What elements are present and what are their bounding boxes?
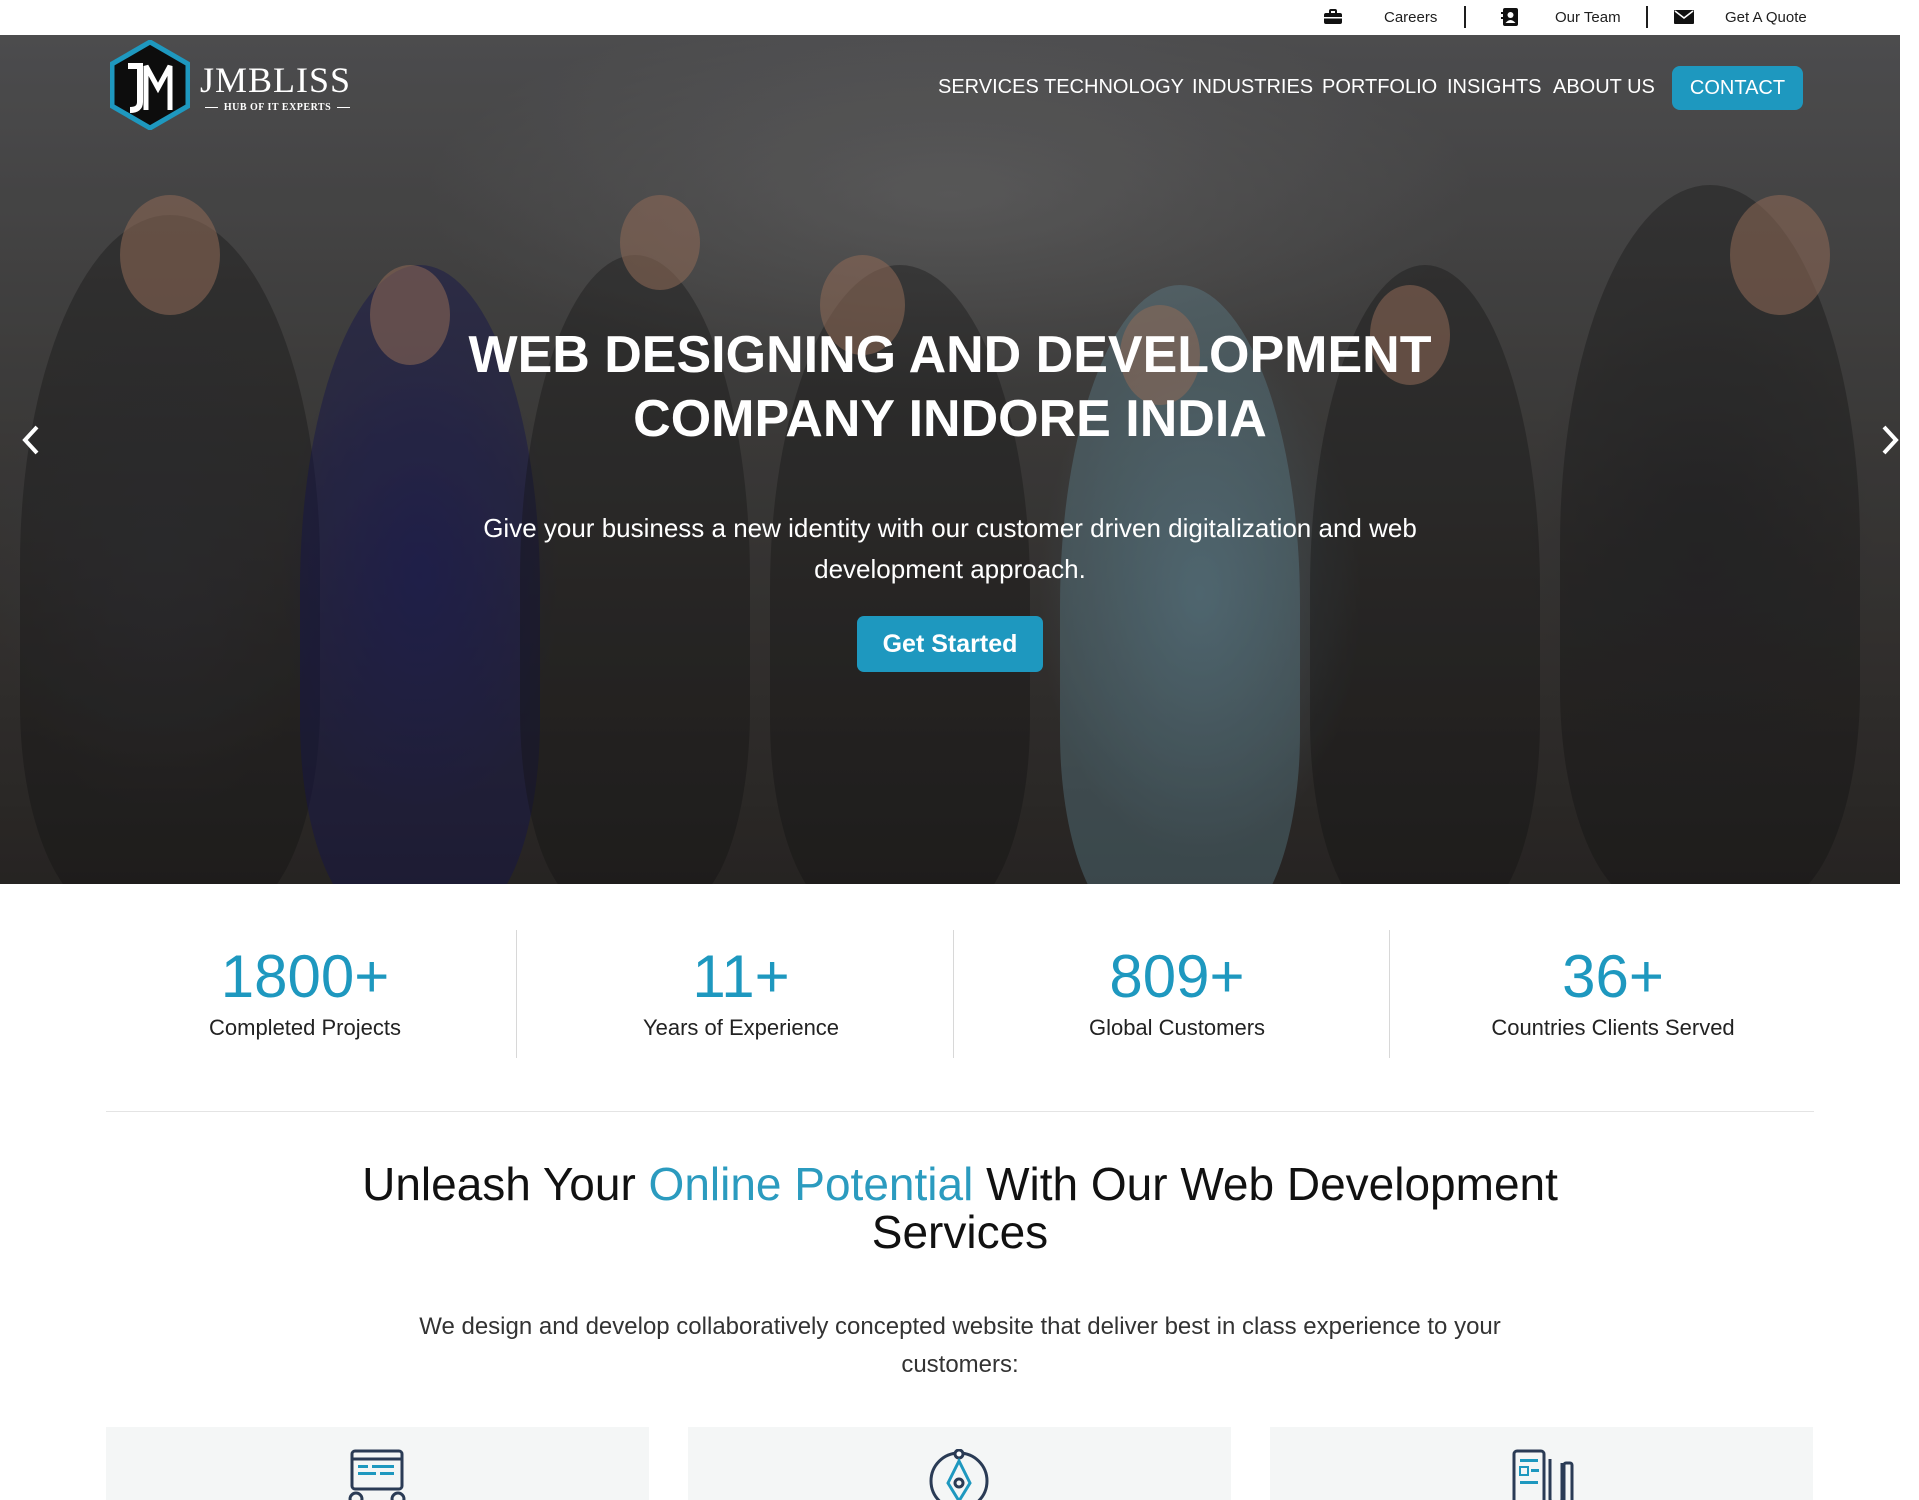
briefcase-icon: [1323, 8, 1343, 26]
services-description: We design and develop collaboratively co…: [419, 1313, 1501, 1378]
top-utility-bar: Careers Our Team Get A Quote: [0, 0, 1919, 35]
heading-accent-text: Online Potential: [648, 1158, 974, 1210]
stat-years-experience: 11+ Years of Experience: [523, 930, 959, 1065]
service-cards: [106, 1427, 1814, 1500]
nav-insights[interactable]: INSIGHTS: [1447, 76, 1541, 99]
stat-divider: [516, 930, 517, 1058]
nav-industries[interactable]: INDUSTRIES: [1192, 76, 1313, 99]
stat-divider: [953, 930, 954, 1058]
service-card[interactable]: [106, 1427, 649, 1500]
hero-title: WEB DESIGNING AND DEVELOPMENT COMPANY IN…: [300, 323, 1600, 451]
get-quote-link[interactable]: Get A Quote: [1725, 0, 1807, 35]
stats-row: 1800+ Completed Projects 11+ Years of Ex…: [87, 930, 1832, 1065]
envelope-icon: [1674, 8, 1694, 26]
stat-label: Global Customers: [1088, 1015, 1266, 1040]
chevron-left-icon: [22, 425, 39, 455]
chevron-right-icon: [1882, 425, 1899, 455]
stat-divider: [1389, 930, 1390, 1058]
heading-text: Unleash Your: [362, 1158, 649, 1210]
brand-logo[interactable]: JMBLISS HUB OF IT EXPERTS: [110, 40, 350, 130]
stat-label: Years of Experience: [642, 1015, 840, 1040]
brand-name: JMBLISS: [200, 60, 352, 100]
hero-title-line2: COMPANY INDORE INDIA: [633, 390, 1267, 448]
stat-number: 36+: [1562, 943, 1664, 1010]
brand-tagline-text: HUB OF IT EXPERTS: [223, 102, 332, 113]
stat-label: Countries Clients Served: [1491, 1015, 1735, 1040]
stat-number: 1800+: [220, 943, 390, 1010]
pen-tool-icon: [929, 1449, 989, 1500]
our-team-link[interactable]: Our Team: [1555, 0, 1621, 35]
hero-banner: [0, 35, 1900, 884]
web-code-icon: [348, 1449, 406, 1500]
section-divider: [106, 1111, 1814, 1112]
nav-services[interactable]: SERVICES: [938, 76, 1039, 99]
slider-prev-button[interactable]: [16, 420, 46, 460]
mobile-design-icon: [1512, 1449, 1574, 1500]
topbar-divider: [1464, 6, 1466, 28]
get-started-button[interactable]: Get Started: [857, 616, 1043, 672]
stat-number: 11+: [692, 943, 790, 1010]
nav-technology[interactable]: TECHNOLOGY: [1044, 76, 1184, 99]
stat-label: Completed Projects: [209, 1015, 401, 1040]
topbar-divider: [1646, 6, 1648, 28]
slider-next-button[interactable]: [1875, 420, 1905, 460]
contact-button[interactable]: CONTACT: [1672, 66, 1803, 110]
service-card[interactable]: [1270, 1427, 1813, 1500]
heading-text: With Our Web Development Services: [871, 1158, 1558, 1258]
nav-portfolio[interactable]: PORTFOLIO: [1322, 76, 1437, 99]
stat-global-customers: 809+ Global Customers: [959, 930, 1395, 1065]
contact-book-icon: [1500, 8, 1520, 26]
nav-about-us[interactable]: ABOUT US: [1553, 76, 1655, 99]
stat-number: 809+: [1109, 943, 1245, 1010]
stat-completed-projects: 1800+ Completed Projects: [87, 930, 523, 1065]
brand-tagline: HUB OF IT EXPERTS: [205, 102, 350, 113]
careers-link[interactable]: Careers: [1384, 0, 1437, 35]
service-card[interactable]: [688, 1427, 1231, 1500]
logo-hexagon-icon: [110, 40, 190, 130]
hero-subtitle: Give your business a new identity with o…: [483, 513, 1417, 584]
hero-title-line1: WEB DESIGNING AND DEVELOPMENT: [468, 326, 1432, 384]
stat-countries-served: 36+ Countries Clients Served: [1395, 930, 1831, 1065]
hero-overlay: [0, 35, 1900, 884]
services-heading: Unleash Your Online Potential With Our W…: [360, 1160, 1560, 1256]
